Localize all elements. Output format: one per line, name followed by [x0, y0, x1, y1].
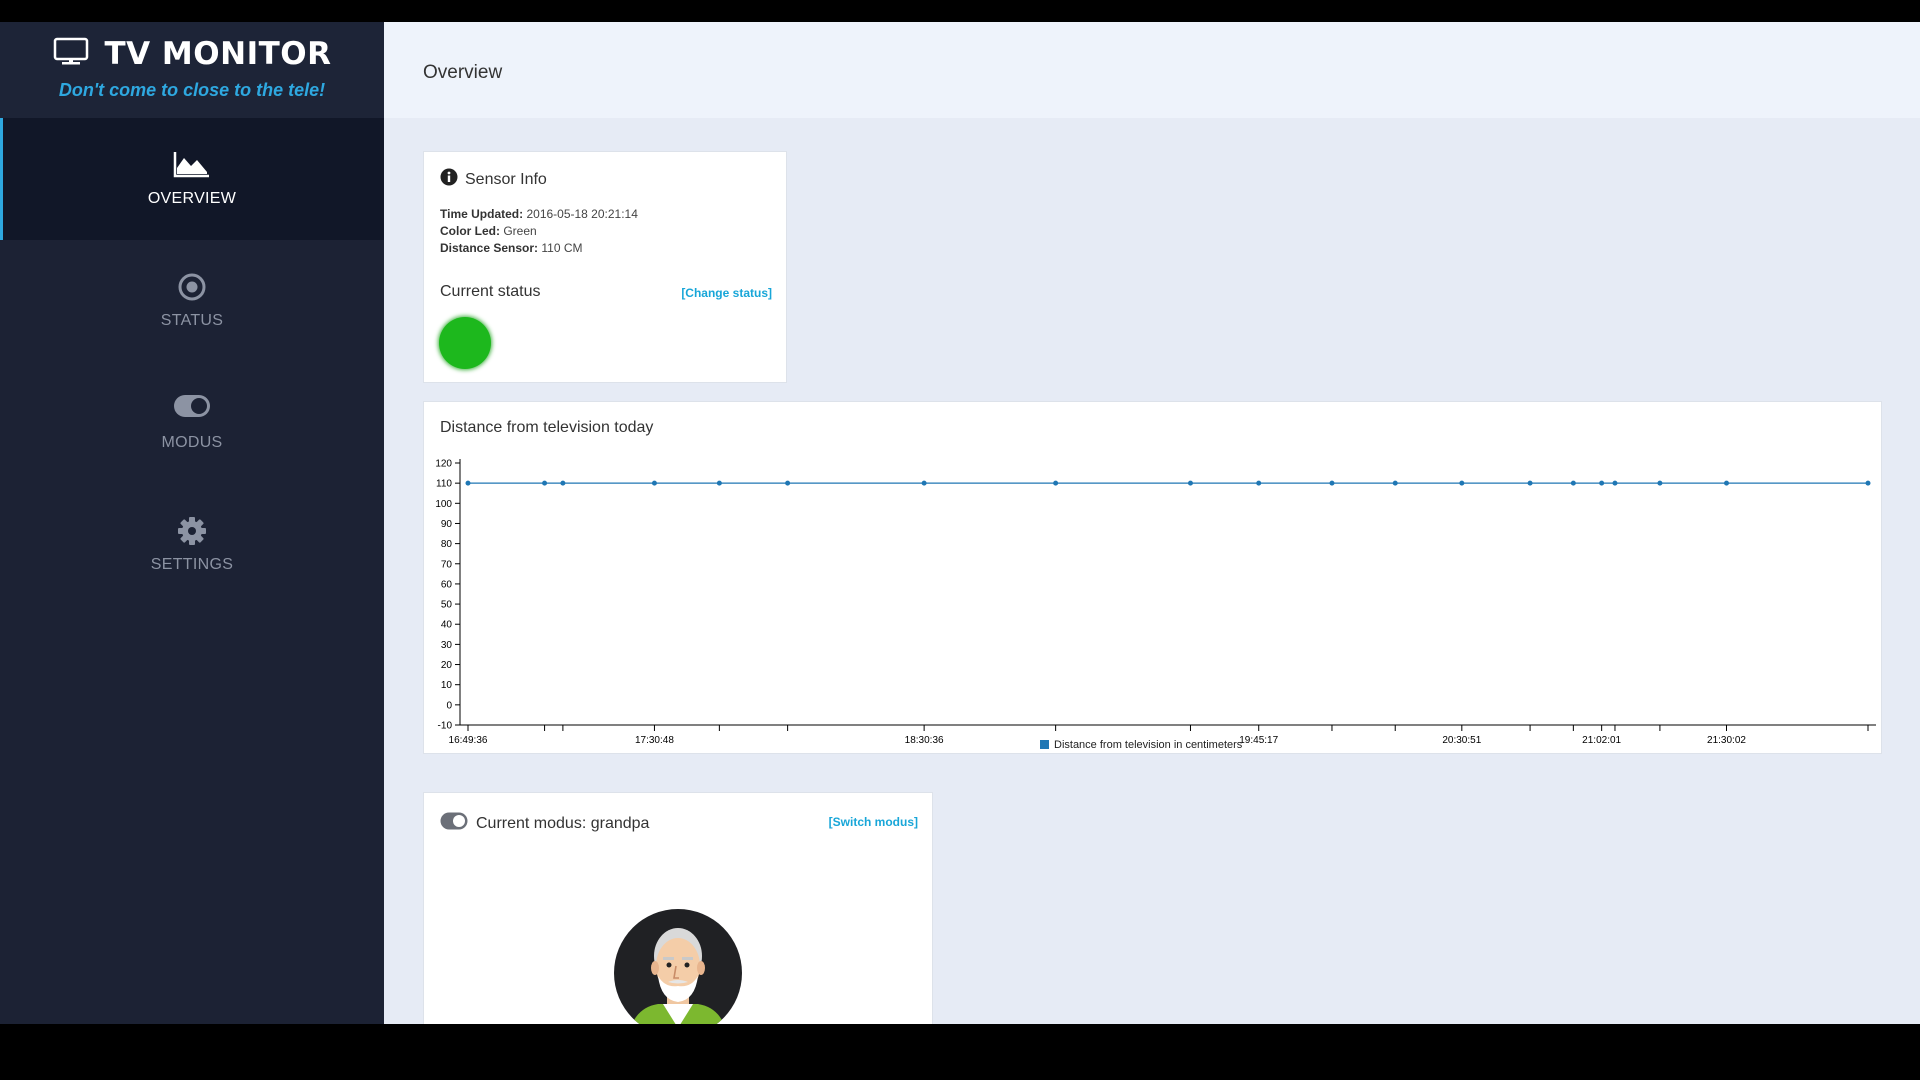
switch-modus-link[interactable]: [Switch modus]	[829, 815, 918, 829]
data-point	[651, 480, 657, 486]
x-tick-label: 21:02:01	[1582, 735, 1621, 746]
x-tick-label: 20:30:51	[1442, 735, 1481, 746]
sensor-info-title: Sensor Info	[465, 170, 547, 188]
sidebar-item-overview[interactable]: OVERVIEW	[0, 118, 384, 240]
y-tick-label: 90	[441, 519, 453, 530]
area-chart-icon	[173, 150, 211, 183]
y-tick-label: 0	[446, 700, 452, 711]
data-point	[716, 480, 722, 486]
current-modus-title: Current modus: grandpa	[476, 814, 650, 832]
current-status-title: Current status	[440, 283, 541, 300]
data-point	[1392, 480, 1398, 486]
data-point	[1527, 480, 1533, 486]
x-tick-label: 17:30:48	[635, 735, 674, 746]
color-led-value: Green	[503, 224, 537, 238]
data-point	[785, 480, 791, 486]
sidebar-item-settings[interactable]: SETTINGS	[0, 484, 384, 606]
y-tick-label: 100	[435, 499, 452, 510]
y-tick-label: 30	[441, 640, 453, 651]
page-title: Overview	[423, 62, 503, 83]
data-point	[921, 480, 927, 486]
distance-line-chart: -10 0 10 20 30 40 50 60 70 80 90 100 110 120 16:49:36 1…	[435, 459, 1876, 751]
brand-tagline: Don't come to close to the tele!	[58, 80, 326, 100]
toggle-icon	[440, 812, 468, 835]
modus-card: Current modus: grandpa [Switch modus]	[423, 792, 933, 1024]
header: Overview	[384, 22, 1920, 118]
sensor-info-card: Sensor Info Time Updated: 2016-05-18 20:…	[423, 151, 787, 383]
distance-sensor-label: Distance Sensor:	[440, 241, 539, 255]
sidebar-item-label: SETTINGS	[150, 556, 234, 573]
sidebar: TV MONITOR Don't come to close to the te…	[0, 22, 384, 1024]
sidebar-item-label: STATUS	[160, 312, 224, 329]
data-point	[465, 480, 471, 486]
y-tick-label: -10	[438, 721, 453, 732]
y-tick-label: 110	[436, 479, 452, 490]
brand: TV MONITOR Don't come to close to the te…	[0, 22, 384, 118]
x-tick-label: 18:30:36	[905, 735, 944, 746]
x-tick-label: 21:30:02	[1707, 735, 1746, 746]
grandpa-avatar	[613, 908, 743, 1024]
y-tick-label: 60	[441, 579, 453, 590]
data-point	[1053, 480, 1059, 486]
data-point	[1724, 480, 1730, 486]
data-point	[1599, 480, 1605, 486]
time-updated-value: 2016-05-18 20:21:14	[526, 207, 638, 221]
data-point	[1657, 480, 1663, 486]
radio-dot-icon	[177, 272, 207, 307]
x-tick-label: 16:49:36	[449, 735, 488, 746]
y-tick-label: 120	[435, 459, 452, 470]
distance-sensor-value: 110 CM	[541, 241, 583, 255]
y-tick-label: 50	[441, 600, 453, 611]
tv-icon	[53, 37, 89, 72]
data-point	[1612, 480, 1618, 486]
legend-swatch	[1040, 740, 1049, 749]
data-point	[1459, 480, 1465, 486]
app-window: TV MONITOR Don't come to close to the te…	[0, 22, 1920, 1024]
brand-title: TV MONITOR	[104, 36, 332, 72]
gear-icon	[177, 516, 207, 551]
color-led-label: Color Led:	[440, 224, 500, 238]
y-tick-label: 10	[441, 680, 453, 691]
distance-chart-card: Distance from television today -10 0 10 20 3…	[423, 401, 1882, 754]
sidebar-item-status[interactable]: STATUS	[0, 240, 384, 362]
info-icon	[440, 168, 458, 191]
y-tick-label: 80	[441, 539, 453, 550]
toggle-icon	[173, 394, 211, 423]
data-point	[1256, 480, 1262, 486]
data-point	[560, 480, 566, 486]
data-point	[1865, 480, 1871, 486]
sidebar-item-modus[interactable]: MODUS	[0, 362, 384, 484]
legend-label: Distance from television in centimeters	[1054, 739, 1243, 751]
data-point	[542, 480, 548, 486]
y-tick-label: 70	[441, 559, 453, 570]
time-updated-label: Time Updated:	[440, 207, 524, 221]
data-point	[1570, 480, 1576, 486]
status-indicator	[439, 317, 491, 369]
data-point	[1329, 480, 1335, 486]
sidebar-item-label: OVERVIEW	[147, 190, 237, 207]
y-tick-label: 20	[441, 660, 453, 671]
change-status-link[interactable]: [Change status]	[681, 286, 772, 300]
y-tick-label: 40	[441, 620, 453, 631]
x-tick-label: 19:45:17	[1239, 735, 1278, 746]
sidebar-item-label: MODUS	[161, 434, 223, 451]
data-point	[1187, 480, 1193, 486]
